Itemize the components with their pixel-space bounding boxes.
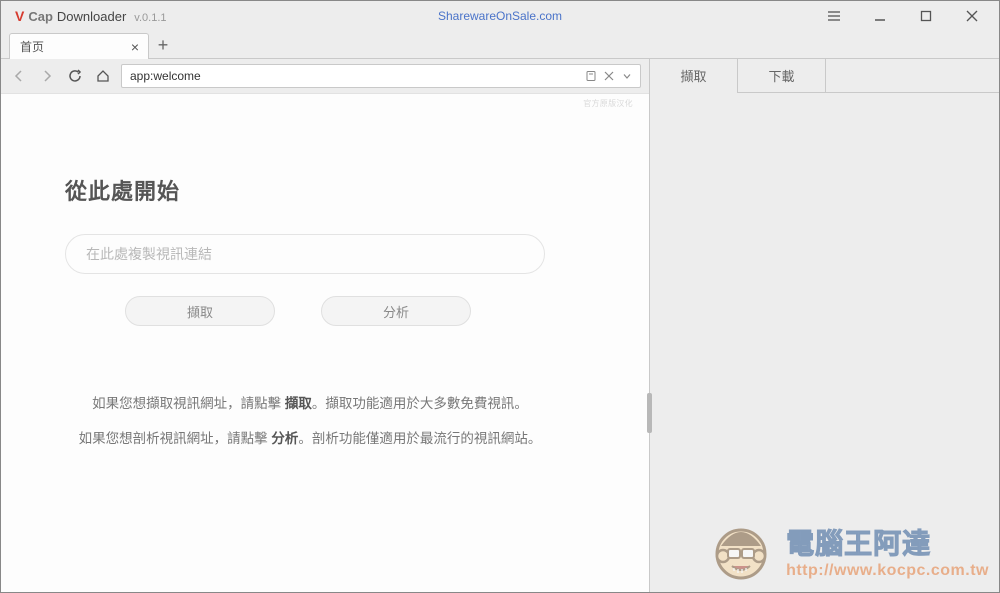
action-row: 擷取 分析 [65,296,585,326]
source-label: 官方原版汉化 [583,98,633,109]
nav-home-icon[interactable] [93,66,113,86]
app-body: 官方原版汉化 從此處開始 擷取 分析 如果您想擷取視訊網址，請點擊 擷取。擷取功… [1,59,999,592]
bookmark-icon[interactable] [582,67,600,85]
splitter-handle[interactable] [647,393,652,433]
video-url-box[interactable] [65,234,545,274]
right-tab-download[interactable]: 下載 [738,59,826,92]
welcome-page: 官方原版汉化 從此處開始 擷取 分析 如果您想擷取視訊網址，請點擊 擷取。擷取功… [1,93,649,592]
browser-pane: 官方原版汉化 從此處開始 擷取 分析 如果您想擷取視訊網址，請點擊 擷取。擷取功… [1,59,649,592]
window-controls [825,7,991,25]
menu-icon[interactable] [825,7,843,25]
new-tab-button[interactable]: + [149,32,177,58]
minimize-icon[interactable] [871,7,889,25]
hint-line-1: 如果您想擷取視訊網址，請點擊 擷取。擷取功能適用於大多數免費視訊。 [65,386,555,421]
tab-close-icon[interactable]: × [128,40,142,54]
brand-name: Downloader [57,9,126,24]
capture-button[interactable]: 擷取 [125,296,275,326]
page-heading: 從此處開始 [65,174,585,206]
title-bar: VCap Downloader v.0.1.1 SharewareOnSale.… [1,1,999,31]
brand-version: v.0.1.1 [134,12,166,24]
brand-cap: Cap [28,9,53,24]
address-bar[interactable] [121,64,641,88]
right-panel-body [650,93,999,592]
app-window: VCap Downloader v.0.1.1 SharewareOnSale.… [0,0,1000,593]
address-input[interactable] [130,69,582,83]
tab-title: 首页 [20,38,128,55]
nav-back-icon[interactable] [9,66,29,86]
right-tabs: 擷取 下載 [650,59,999,93]
app-brand: V Cap Downloader v.0.1.1 [15,8,167,24]
right-tab-capture[interactable]: 擷取 [650,59,738,92]
tab-strip: 首页 × + [1,31,999,59]
analyze-button[interactable]: 分析 [321,296,471,326]
hint-text: 如果您想擷取視訊網址，請點擊 擷取。擷取功能適用於大多數免費視訊。 如果您想剖析… [65,386,555,456]
tab-home[interactable]: 首页 × [9,33,149,59]
brand-v: V [15,8,24,24]
nav-reload-icon[interactable] [65,66,85,86]
close-icon[interactable] [963,7,981,25]
right-panel: 擷取 下載 [649,59,999,592]
maximize-icon[interactable] [917,7,935,25]
address-clear-icon[interactable] [600,67,618,85]
address-dropdown-icon[interactable] [618,67,636,85]
hint-line-2: 如果您想剖析視訊網址，請點擊 分析。剖析功能僅適用於最流行的視訊網站。 [65,421,555,456]
video-url-input[interactable] [86,246,524,262]
nav-forward-icon[interactable] [37,66,57,86]
browser-navbar [1,59,649,93]
